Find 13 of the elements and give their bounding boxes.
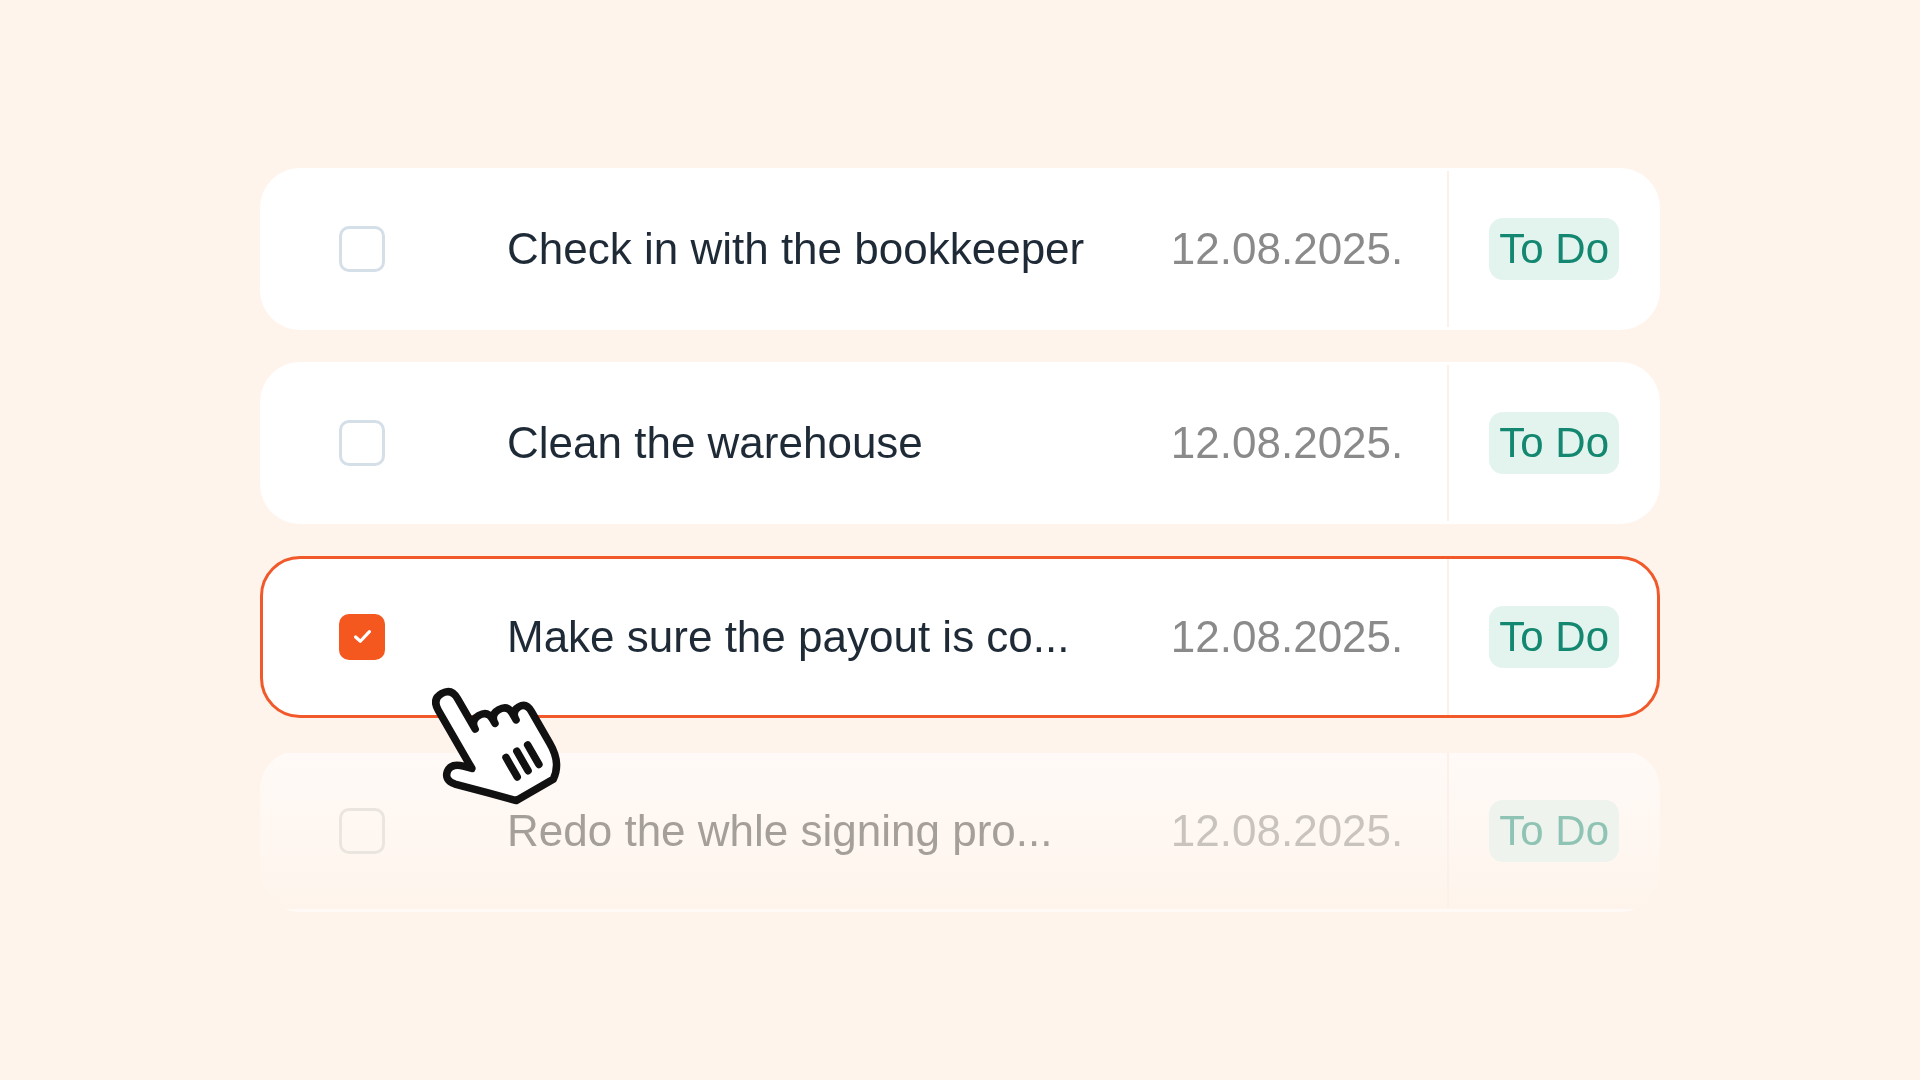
- status-badge: To Do: [1489, 412, 1619, 474]
- task-title: Make sure the payout is co...: [507, 615, 1070, 659]
- due-date: 12.08.2025.: [1170, 421, 1404, 465]
- check-icon: [353, 630, 371, 644]
- status-badge: To Do: [1489, 218, 1619, 280]
- checkbox[interactable]: [339, 614, 385, 660]
- status-badge: To Do: [1489, 606, 1619, 668]
- task-title: Redo the whle signing pro...: [507, 809, 1053, 853]
- task-title: Check in with the bookkeeper: [507, 227, 1085, 271]
- status-badge: To Do: [1489, 800, 1619, 862]
- due-date: 12.08.2025.: [1170, 615, 1404, 659]
- task-title: Clean the warehouse: [507, 421, 923, 465]
- due-date: 12.08.2025.: [1170, 227, 1404, 271]
